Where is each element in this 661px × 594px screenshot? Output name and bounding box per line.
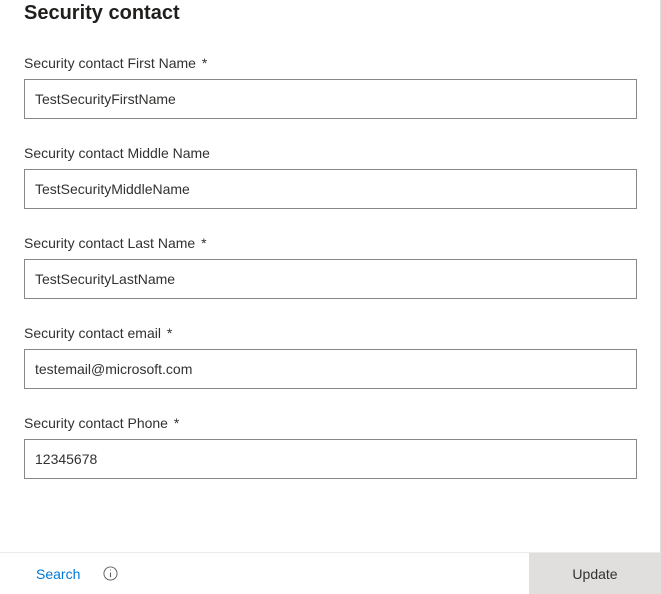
label-first-name: Security contact First Name * <box>24 55 637 71</box>
field-group-phone: Security contact Phone * <box>24 415 637 479</box>
required-marker: * <box>174 415 179 431</box>
label-middle-name-text: Security contact Middle Name <box>24 145 210 161</box>
first-name-input[interactable] <box>24 79 637 119</box>
field-group-last-name: Security contact Last Name * <box>24 235 637 299</box>
field-group-email: Security contact email * <box>24 325 637 389</box>
required-marker: * <box>202 55 207 71</box>
page-title: Security contact <box>24 0 637 55</box>
label-phone-text: Security contact Phone <box>24 415 168 431</box>
info-icon[interactable] <box>102 566 118 582</box>
label-middle-name: Security contact Middle Name <box>24 145 637 161</box>
update-button[interactable]: Update <box>529 552 661 594</box>
required-marker: * <box>201 235 206 251</box>
phone-input[interactable] <box>24 439 637 479</box>
middle-name-input[interactable] <box>24 169 637 209</box>
footer-bar: Search Update <box>0 552 661 594</box>
field-group-first-name: Security contact First Name * <box>24 55 637 119</box>
last-name-input[interactable] <box>24 259 637 299</box>
email-input[interactable] <box>24 349 637 389</box>
label-email-text: Security contact email <box>24 325 161 341</box>
label-last-name: Security contact Last Name * <box>24 235 637 251</box>
field-group-middle-name: Security contact Middle Name <box>24 145 637 209</box>
label-last-name-text: Security contact Last Name <box>24 235 195 251</box>
label-phone: Security contact Phone * <box>24 415 637 431</box>
search-link[interactable]: Search <box>36 566 80 582</box>
required-marker: * <box>167 325 172 341</box>
label-email: Security contact email * <box>24 325 637 341</box>
label-first-name-text: Security contact First Name <box>24 55 196 71</box>
